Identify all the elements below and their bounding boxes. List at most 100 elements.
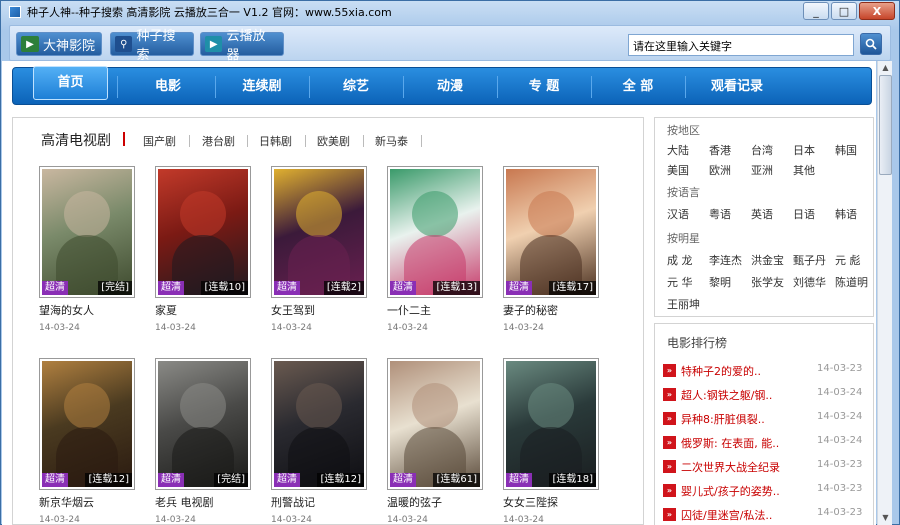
nav-item-anime[interactable]: 动漫: [405, 68, 495, 106]
movie-poster[interactable]: 超清 [完结]: [155, 358, 251, 490]
ranking-movie-name[interactable]: 婴儿式/孩子的姿势..: [681, 483, 780, 499]
star-link[interactable]: 张学友: [751, 274, 784, 290]
search-icon: ⚲: [115, 36, 133, 52]
ranking-movie-name[interactable]: 囚徒/里迷宫/私法..: [681, 507, 772, 523]
movie-card[interactable]: 超清 [连载18] 女女三陛探 14-03-24: [503, 358, 599, 525]
ranking-item[interactable]: » 俄罗斯: 在表面, 能.. 14-03-24: [663, 434, 869, 452]
ranking-item[interactable]: » 异种8:肝脏俱裂.. 14-03-24: [663, 410, 869, 428]
tab-western[interactable]: 欧美剧: [317, 133, 350, 149]
movie-title[interactable]: 一仆二主: [387, 302, 483, 318]
main-nav: 首页 电影 连续剧 综艺 动漫 专 题 全 部 观看记录: [12, 66, 872, 106]
vertical-scrollbar[interactable]: ▲ ▼: [877, 61, 892, 525]
movie-title[interactable]: 新京华烟云: [39, 494, 135, 510]
region-link[interactable]: 韩国: [835, 142, 857, 158]
star-link[interactable]: 陈道明: [835, 274, 868, 290]
search-input[interactable]: 请在这里输入关键字: [628, 34, 854, 56]
nav-item-topics[interactable]: 专 题: [499, 68, 589, 106]
movie-title[interactable]: 妻子的秘密: [503, 302, 599, 318]
star-link[interactable]: 黎明: [709, 274, 731, 290]
tab-divider: [305, 135, 306, 147]
movie-poster[interactable]: 超清 [连载12]: [39, 358, 135, 490]
nav-item-series[interactable]: 连续剧: [217, 68, 307, 106]
ranking-movie-name[interactable]: 异种8:肝脏俱裂..: [681, 411, 765, 427]
scroll-up-arrow[interactable]: ▲: [879, 61, 892, 74]
movie-title[interactable]: 女女三陛探: [503, 494, 599, 510]
movie-title[interactable]: 刑警战记: [271, 494, 367, 510]
ranking-item[interactable]: » 超人:钢铁之躯/钢.. 14-03-24: [663, 386, 869, 404]
ranking-movie-name[interactable]: 二次世界大战全纪录: [681, 459, 780, 475]
search-button[interactable]: [860, 33, 882, 55]
movie-title[interactable]: 老兵 电视剧: [155, 494, 251, 510]
episode-status: [完结]: [98, 281, 132, 295]
movie-poster[interactable]: 超清 [连载61]: [387, 358, 483, 490]
movie-poster[interactable]: 超清 [连载10]: [155, 166, 251, 298]
scroll-down-arrow[interactable]: ▼: [879, 511, 892, 524]
movie-poster[interactable]: 超清 [连载12]: [271, 358, 367, 490]
ranking-item[interactable]: » 特种子2的爱的.. 14-03-23: [663, 362, 869, 380]
language-link[interactable]: 韩语: [835, 206, 857, 222]
quality-badge: 超清: [42, 473, 68, 487]
region-link[interactable]: 美国: [667, 162, 689, 178]
tab-jpkr[interactable]: 日韩剧: [259, 133, 292, 149]
ranking-movie-name[interactable]: 特种子2的爱的..: [681, 363, 761, 379]
ranking-item[interactable]: » 囚徒/里迷宫/私法.. 14-03-23: [663, 506, 869, 524]
tab-cloud-player[interactable]: ▶ 云播放器: [200, 29, 284, 63]
movie-card[interactable]: 超清 [连载13] 一仆二主 14-03-24: [387, 166, 483, 333]
movie-card[interactable]: 超清 [完结] 望海的女人 14-03-24: [39, 166, 135, 333]
star-link[interactable]: 元 彪: [835, 252, 861, 268]
region-link[interactable]: 亚洲: [751, 162, 773, 178]
region-link[interactable]: 大陆: [667, 142, 689, 158]
region-link[interactable]: 其他: [793, 162, 815, 178]
star-link[interactable]: 王丽坤: [667, 296, 700, 312]
star-link[interactable]: 甄子丹: [793, 252, 826, 268]
movie-title[interactable]: 望海的女人: [39, 302, 135, 318]
tab-sea[interactable]: 新马泰: [375, 133, 408, 149]
nav-item-home[interactable]: 首页: [33, 66, 108, 100]
tab-mainland[interactable]: 国产剧: [143, 133, 176, 149]
movie-poster[interactable]: 超清 [连载18]: [503, 358, 599, 490]
tab-hktw[interactable]: 港台剧: [202, 133, 235, 149]
minimize-button[interactable]: _: [803, 2, 829, 20]
region-link[interactable]: 香港: [709, 142, 731, 158]
movie-poster[interactable]: 超清 [完结]: [39, 166, 135, 298]
maximize-button[interactable]: □: [831, 2, 857, 20]
nav-item-variety[interactable]: 综艺: [311, 68, 401, 106]
ranking-item[interactable]: » 婴儿式/孩子的姿势.. 14-03-23: [663, 482, 869, 500]
star-link[interactable]: 洪金宝: [751, 252, 784, 268]
movie-card[interactable]: 超清 [连载2] 女王驾到 14-03-24: [271, 166, 367, 333]
star-link[interactable]: 元 华: [667, 274, 693, 290]
ranking-item[interactable]: » 二次世界大战全纪录 14-03-23: [663, 458, 869, 476]
region-link[interactable]: 台湾: [751, 142, 773, 158]
movie-title[interactable]: 家夏: [155, 302, 251, 318]
movie-title[interactable]: 温暖的弦子: [387, 494, 483, 510]
region-link[interactable]: 欧洲: [709, 162, 731, 178]
tab-seed-search[interactable]: ⚲ 种子搜索: [110, 29, 194, 63]
star-link[interactable]: 成 龙: [667, 252, 693, 268]
nav-item-movies[interactable]: 电影: [123, 68, 213, 106]
movie-poster[interactable]: 超清 [连载2]: [271, 166, 367, 298]
language-link[interactable]: 英语: [751, 206, 773, 222]
movie-poster[interactable]: 超清 [连载17]: [503, 166, 599, 298]
poster-image: [158, 169, 248, 295]
close-button[interactable]: X: [859, 2, 895, 20]
ranking-movie-name[interactable]: 超人:钢铁之躯/钢..: [681, 387, 772, 403]
star-link[interactable]: 刘德华: [793, 274, 826, 290]
movie-card[interactable]: 超清 [连载12] 新京华烟云 14-03-24: [39, 358, 135, 525]
language-link[interactable]: 粤语: [709, 206, 731, 222]
language-link[interactable]: 汉语: [667, 206, 689, 222]
movie-card[interactable]: 超清 [连载10] 家夏 14-03-24: [155, 166, 251, 333]
ranking-movie-name[interactable]: 俄罗斯: 在表面, 能..: [681, 435, 779, 451]
nav-item-history[interactable]: 观看记录: [687, 68, 787, 106]
nav-item-all[interactable]: 全 部: [593, 68, 683, 106]
tab-movie-theater[interactable]: ▶ 大神影院: [16, 32, 102, 56]
movie-card[interactable]: 超清 [连载61] 温暖的弦子 14-03-24: [387, 358, 483, 525]
scroll-thumb[interactable]: [879, 75, 892, 175]
movie-title[interactable]: 女王驾到: [271, 302, 367, 318]
movie-card[interactable]: 超清 [连载17] 妻子的秘密 14-03-24: [503, 166, 599, 333]
language-link[interactable]: 日语: [793, 206, 815, 222]
movie-card[interactable]: 超清 [完结] 老兵 电视剧 14-03-24: [155, 358, 251, 525]
movie-poster[interactable]: 超清 [连载13]: [387, 166, 483, 298]
star-link[interactable]: 李连杰: [709, 252, 742, 268]
movie-card[interactable]: 超清 [连载12] 刑警战记 14-03-24: [271, 358, 367, 525]
region-link[interactable]: 日本: [793, 142, 815, 158]
